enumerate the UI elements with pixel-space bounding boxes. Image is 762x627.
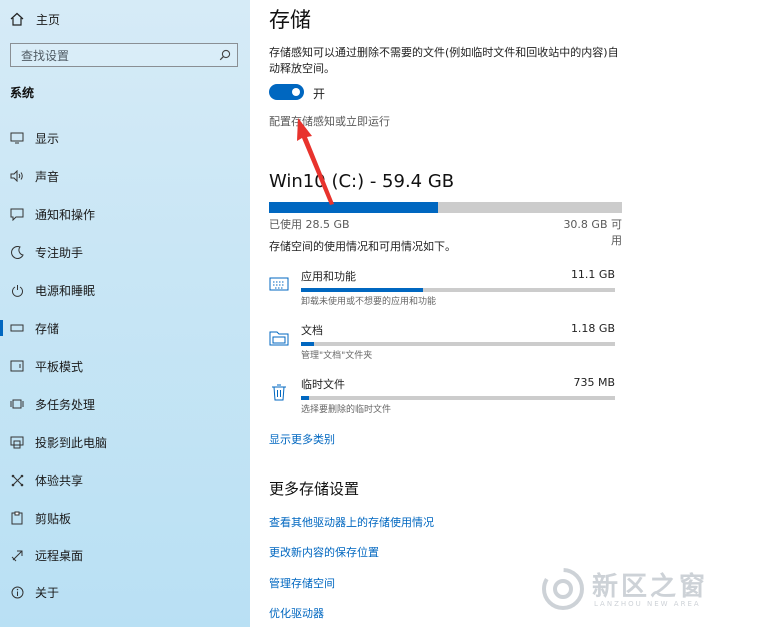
category-usage-fill: [301, 396, 309, 400]
category-usage-bar: [301, 342, 615, 346]
sidebar-item-about[interactable]: 关于: [0, 577, 250, 607]
category-name: 文档: [301, 324, 323, 337]
home-link[interactable]: 主页: [10, 10, 60, 28]
keyboard-icon: [269, 274, 289, 294]
search-input[interactable]: 查找设置: [10, 43, 238, 67]
sidebar-item-storage[interactable]: 存储: [0, 313, 250, 343]
clipboard-icon: [9, 510, 25, 526]
sidebar-item-label: 多任务处理: [35, 397, 96, 412]
info-icon: [9, 584, 25, 600]
storage-icon: [9, 320, 25, 336]
project-icon: [9, 434, 25, 450]
watermark-text: 新区之窗: [592, 572, 709, 602]
category-name: 应用和功能: [301, 270, 356, 283]
sidebar-item-label: 投影到此电脑: [35, 435, 108, 450]
category-apps[interactable]: 应用和功能 11.1 GB 卸载未使用或不想要的应用和功能: [269, 268, 619, 308]
multitask-icon: [9, 396, 25, 412]
sidebar-item-clipboard[interactable]: 剪贴板: [0, 503, 250, 533]
category-usage-fill: [301, 342, 314, 346]
notification-icon: [9, 206, 25, 222]
drive-description: 存储空间的使用情况和可用情况如下。: [269, 240, 456, 253]
speaker-icon: [9, 168, 25, 184]
share-icon: [9, 472, 25, 488]
search-placeholder: 查找设置: [21, 48, 70, 63]
storage-sense-toggle[interactable]: [269, 84, 304, 100]
watermark-logo-icon: [542, 568, 584, 610]
sidebar-item-display[interactable]: 显示: [0, 123, 250, 153]
sidebar-item-power[interactable]: 电源和睡眠: [0, 275, 250, 305]
sidebar-item-tablet[interactable]: 平板模式: [0, 351, 250, 381]
annotation-arrow: [297, 118, 334, 205]
search-icon: [219, 49, 231, 61]
optimize-drives-link[interactable]: 优化驱动器: [269, 605, 324, 621]
other-drives-usage-link[interactable]: 查看其他驱动器上的存储使用情况: [269, 514, 434, 530]
trash-icon: [269, 382, 289, 402]
more-storage-settings-title: 更多存储设置: [269, 480, 360, 498]
sidebar-item-label: 专注助手: [35, 245, 84, 260]
drive-free-label: 30.8 GB 可用: [563, 218, 622, 247]
category-usage-fill: [301, 288, 424, 292]
category-documents[interactable]: 文档 1.18 GB 管理"文档"文件夹: [269, 322, 619, 362]
sidebar-item-project[interactable]: 投影到此电脑: [0, 427, 250, 457]
remote-icon: [9, 547, 25, 563]
sidebar: 主页 查找设置 系统 显示 声音 通知和操作 专注助手 电源和睡眠 存储 平板模…: [0, 0, 250, 627]
category-subtitle: 卸载未使用或不想要的应用和功能: [301, 297, 437, 307]
sidebar-item-sound[interactable]: 声音: [0, 161, 250, 191]
sidebar-item-label: 电源和睡眠: [35, 283, 96, 298]
category-size: 1.18 GB: [570, 322, 615, 335]
watermark-subtext: LANZHOU NEW AREA: [594, 600, 701, 608]
category-usage-bar: [301, 396, 615, 400]
display-icon: [9, 130, 25, 146]
sidebar-item-label: 声音: [35, 169, 60, 184]
sidebar-item-label: 平板模式: [35, 359, 84, 374]
sidebar-item-label: 剪贴板: [35, 511, 72, 526]
category-usage-bar: [301, 288, 615, 292]
home-label: 主页: [36, 12, 61, 27]
sidebar-item-multitasking[interactable]: 多任务处理: [0, 389, 250, 419]
sidebar-item-label: 体验共享: [35, 473, 84, 488]
sidebar-item-share[interactable]: 体验共享: [0, 465, 250, 495]
category-subtitle: 管理"文档"文件夹: [301, 351, 373, 361]
category-subtitle: 选择要删除的临时文件: [301, 405, 392, 415]
toggle-state-label: 开: [313, 87, 326, 101]
sidebar-item-label: 通知和操作: [35, 207, 96, 222]
group-title: 系统: [10, 86, 35, 100]
moon-icon: [9, 244, 25, 260]
home-icon: [10, 12, 24, 26]
folder-icon: [269, 328, 289, 348]
sidebar-item-focus-assist[interactable]: 专注助手: [0, 237, 250, 267]
storage-sense-description: 存储感知可以通过删除不需要的文件(例如临时文件和回收站中的内容)自动释放空间。: [269, 46, 619, 75]
tablet-icon: [9, 358, 25, 374]
drive-used-label: 已使用 28.5 GB: [269, 218, 350, 231]
watermark: 新区之窗 LANZHOU NEW AREA: [540, 566, 750, 616]
category-name: 临时文件: [301, 378, 345, 391]
sidebar-item-label: 关于: [35, 585, 60, 600]
category-size: 11.1 GB: [570, 268, 615, 281]
power-icon: [9, 282, 25, 298]
sidebar-item-label: 存储: [35, 321, 60, 336]
sidebar-item-notifications[interactable]: 通知和操作: [0, 199, 250, 229]
page-title: 存储: [269, 8, 311, 32]
main-content: 存储 存储感知可以通过删除不需要的文件(例如临时文件和回收站中的内容)自动释放空…: [250, 0, 762, 627]
manage-storage-spaces-link[interactable]: 管理存储空间: [269, 575, 335, 591]
change-save-location-link[interactable]: 更改新内容的保存位置: [269, 544, 379, 560]
category-temp-files[interactable]: 临时文件 735 MB 选择要删除的临时文件: [269, 376, 619, 416]
sidebar-item-label: 显示: [35, 131, 60, 146]
show-more-categories-link[interactable]: 显示更多类别: [269, 431, 335, 447]
sidebar-item-remote-desktop[interactable]: 远程桌面: [0, 540, 250, 570]
category-size: 735 MB: [573, 376, 615, 389]
sidebar-item-label: 远程桌面: [35, 548, 84, 563]
